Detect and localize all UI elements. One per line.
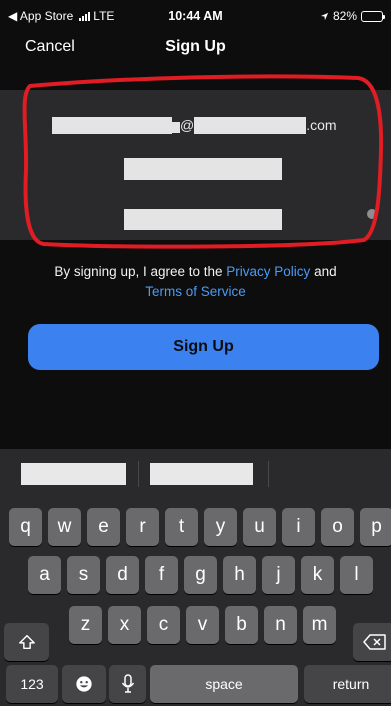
key-v[interactable]: v [186,606,219,644]
key-label: l [354,564,359,585]
key-i[interactable]: i [282,508,315,546]
email-suffix: .com [306,117,337,133]
shift-key[interactable] [4,623,49,661]
key-label: v [197,614,208,635]
space-key-label: space [205,676,243,692]
status-right: 82% [320,9,385,23]
microphone-icon [121,674,134,693]
numbers-key-label: 123 [20,676,44,692]
key-label: m [311,614,328,635]
key-u[interactable]: u [243,508,276,546]
numbers-key[interactable]: 123 [6,665,58,703]
key-x[interactable]: x [108,606,141,644]
confirm-password-field[interactable] [124,209,282,230]
delete-icon [363,634,386,650]
key-t[interactable]: t [165,508,198,546]
key-q[interactable]: q [9,508,42,546]
return-key[interactable]: return [304,665,391,703]
key-label: h [234,564,245,585]
space-key[interactable]: space [150,665,298,703]
scroll-indicator [367,209,377,219]
key-label: q [20,516,31,537]
agreement-and: and [310,264,337,279]
key-label: t [178,516,185,537]
key-label: b [236,614,247,635]
password-field[interactable] [124,158,282,180]
key-label: e [98,516,109,537]
key-label: i [296,516,301,537]
agreement-text: By signing up, I agree to the Privacy Po… [0,262,391,302]
key-label: n [275,614,286,635]
redacted-email-domain [194,116,307,134]
key-label: j [276,564,281,585]
battery-icon [361,10,385,22]
status-bar: ◀ App Store LTE 10:44 AM 82% [0,0,391,30]
key-label: y [215,516,226,537]
key-label: a [39,564,50,585]
key-label: o [332,516,343,537]
terms-of-service-link[interactable]: Terms of Service [145,284,246,299]
keyboard-suggestions [0,449,391,497]
key-g[interactable]: g [184,556,217,594]
key-label: c [158,614,169,635]
emoji-icon [76,676,92,692]
key-r[interactable]: r [126,508,159,546]
suggestion-divider [138,461,139,487]
page-title: Sign Up [165,38,226,55]
key-o[interactable]: o [321,508,354,546]
key-f[interactable]: f [145,556,178,594]
agreement-prefix: By signing up, I agree to the [54,264,227,279]
key-l[interactable]: l [340,556,373,594]
key-k[interactable]: k [301,556,334,594]
location-arrow-icon [320,12,329,20]
key-label: s [78,564,89,585]
dictation-key[interactable] [109,665,146,703]
delete-key[interactable] [353,623,391,661]
keyboard: q w e r t y u i o p a s d f g h j k l z x c v b n m 123 space r… [0,497,391,706]
nav-bar: Cancel Sign Up [0,30,391,74]
key-w[interactable]: w [48,508,81,546]
redacted-email-user [52,116,172,134]
sign-up-button-label: Sign Up [173,338,234,355]
return-key-label: return [332,676,370,692]
key-label: x [119,614,130,635]
key-label: w [57,516,72,537]
form-top-band [0,74,391,90]
key-z[interactable]: z [69,606,102,644]
suggestion-2[interactable] [150,463,253,485]
key-label: g [195,564,206,585]
shift-icon [18,634,35,650]
key-label: r [139,516,146,537]
key-d[interactable]: d [106,556,139,594]
key-n[interactable]: n [264,606,297,644]
key-a[interactable]: a [28,556,61,594]
key-s[interactable]: s [67,556,100,594]
key-b[interactable]: b [225,606,258,644]
key-e[interactable]: e [87,508,120,546]
key-p[interactable]: p [360,508,391,546]
key-label: u [254,516,265,537]
key-label: z [80,614,91,635]
email-field[interactable]: @ .com [52,116,337,134]
key-h[interactable]: h [223,556,256,594]
email-at: @ [180,117,195,133]
suggestion-divider [268,461,269,487]
key-c[interactable]: c [147,606,180,644]
battery-percent: 82% [332,9,357,23]
sign-up-button[interactable]: Sign Up [28,324,379,370]
key-label: d [117,564,128,585]
key-y[interactable]: y [204,508,237,546]
key-label: k [312,564,323,585]
emoji-key[interactable] [62,665,106,703]
key-m[interactable]: m [303,606,336,644]
key-label: f [158,564,165,585]
key-j[interactable]: j [262,556,295,594]
redacted-email-char [172,122,180,133]
key-label: p [371,516,382,537]
suggestion-1[interactable] [21,463,126,485]
privacy-policy-link[interactable]: Privacy Policy [226,264,310,279]
